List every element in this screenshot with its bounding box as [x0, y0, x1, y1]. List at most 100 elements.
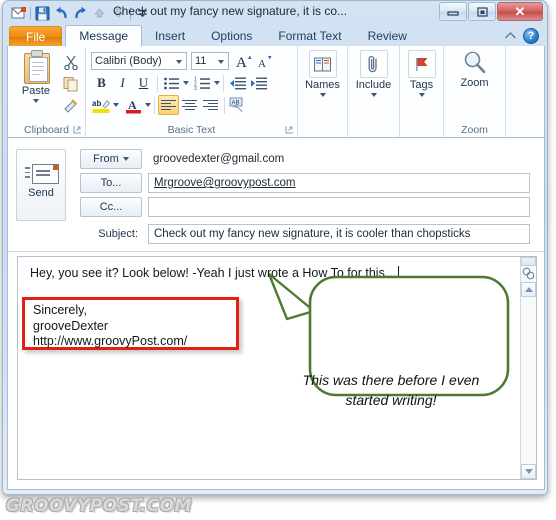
signature-highlight-box: Sincerely, grooveDexter http://www.groov… [22, 297, 239, 350]
zoom-button[interactable]: Zoom [444, 50, 505, 89]
send-button[interactable]: Send [16, 149, 66, 221]
tab-file[interactable]: File [9, 26, 63, 47]
spelling-button[interactable]: AB [228, 95, 249, 115]
font-size-combobox[interactable]: 11 [191, 52, 229, 70]
close-button[interactable]: ✕ [497, 2, 543, 21]
names-button[interactable]: Names [298, 50, 347, 97]
svg-text:A: A [236, 55, 247, 70]
from-button-label: From [93, 153, 119, 165]
shrink-font-button[interactable]: A [255, 51, 276, 71]
svg-text:A: A [128, 98, 137, 112]
names-dropdown-icon[interactable] [319, 93, 326, 97]
outlook-message-window: Check out my fancy new signature, it is … [2, 0, 548, 495]
bullets-button[interactable] [161, 73, 182, 93]
italic-button[interactable]: I [112, 73, 133, 93]
signature-line-3: http://www.groovyPost.com/ [33, 334, 188, 348]
tags-button[interactable]: Tags [400, 50, 443, 97]
font-size-value: 11 [195, 55, 207, 67]
include-dropdown-icon[interactable] [370, 93, 377, 97]
cc-button-label: Cc... [99, 201, 123, 213]
numbering-button[interactable]: 1 2 3 [192, 73, 213, 93]
basic-text-dialog-launcher-icon[interactable] [285, 125, 294, 134]
restore-button[interactable] [468, 2, 496, 21]
tab-review[interactable]: Review [355, 26, 420, 47]
scroll-down-button[interactable] [521, 464, 536, 479]
text-highlight-button[interactable]: ab [91, 95, 112, 115]
font-size-chevron-icon [218, 60, 224, 64]
format-painter-button[interactable] [60, 95, 82, 117]
address-book-icon [308, 50, 337, 78]
ribbon-group-clipboard: Paste Clipboard [8, 46, 86, 137]
tags-dropdown-icon[interactable] [418, 93, 425, 97]
to-button-label: To... [100, 177, 122, 189]
tab-message[interactable]: Message [65, 25, 143, 47]
paste-dropdown-icon[interactable] [33, 99, 39, 103]
paperclip-icon [359, 50, 388, 78]
to-value: Mrgroove@groovypost.com [154, 177, 296, 189]
paste-label: Paste [21, 85, 51, 97]
body-vertical-scrollbar[interactable] [520, 257, 536, 479]
subject-row: Subject: Check out my fancy new signatur… [80, 224, 540, 244]
basic-text-group-label: Basic Text [167, 124, 216, 136]
cc-input[interactable] [148, 197, 530, 217]
copy-button[interactable] [60, 73, 82, 95]
signature-text: Sincerely, grooveDexter http://www.groov… [33, 303, 187, 350]
include-label: Include [355, 79, 392, 91]
zoom-group-label: Zoom [461, 124, 488, 136]
include-button[interactable]: Include [348, 50, 399, 97]
align-left-button[interactable] [158, 95, 179, 115]
collapse-ribbon-icon[interactable] [504, 27, 517, 45]
message-body-text: Hey, you see it? Look below! -Yeah I jus… [30, 265, 480, 281]
underline-icon: U [138, 75, 149, 90]
align-center-button[interactable] [179, 95, 200, 115]
scroll-up-button[interactable] [521, 282, 536, 297]
bold-button[interactable]: B [91, 73, 112, 93]
clipboard-dialog-launcher-icon[interactable] [73, 125, 82, 134]
from-row: From groovedexter@gmail.com [80, 149, 540, 169]
help-icon[interactable]: ? [523, 28, 539, 44]
font-name-combobox[interactable]: Calibri (Body) [91, 52, 187, 70]
font-name-chevron-icon [176, 60, 182, 64]
message-body-pane[interactable]: Hey, you see it? Look below! -Yeah I jus… [17, 256, 537, 480]
cc-row: Cc... [80, 197, 540, 217]
svg-text:3: 3 [194, 86, 197, 91]
increase-indent-button[interactable] [248, 73, 269, 93]
font-color-button[interactable]: A [123, 95, 144, 115]
paste-button[interactable]: Paste [14, 50, 58, 103]
minimize-button[interactable] [439, 2, 467, 21]
cc-button[interactable]: Cc... [80, 197, 142, 217]
magnifier-icon [462, 50, 488, 76]
ribbon-right-controls: ? [504, 27, 539, 45]
font-name-value: Calibri (Body) [95, 55, 162, 67]
tab-format-text[interactable]: Format Text [265, 26, 354, 47]
split-bar-handle[interactable] [521, 257, 536, 266]
from-button[interactable]: From [80, 149, 142, 169]
annotation-callout-text: This was there before I even started wri… [302, 372, 480, 408]
align-right-button[interactable] [200, 95, 221, 115]
font-color-dropdown-icon[interactable] [145, 103, 151, 107]
clipboard-icon [21, 50, 51, 84]
to-button[interactable]: To... [80, 173, 142, 193]
bullets-dropdown-icon[interactable] [183, 81, 189, 85]
subject-input[interactable]: Check out my fancy new signature, it is … [148, 224, 530, 244]
decrease-indent-button[interactable] [227, 73, 248, 93]
ribbon-group-basic-text: Calibri (Body) 11 A A B I U 1 2 3 ab A A… [86, 46, 298, 137]
tab-insert[interactable]: Insert [142, 26, 198, 47]
select-browse-object-icon[interactable] [521, 266, 536, 281]
title-bar: Check out my fancy new signature, it is … [3, 1, 547, 25]
grow-font-button[interactable]: A [234, 51, 255, 71]
underline-button[interactable]: U [133, 73, 154, 93]
to-row: To... Mrgroove@groovypost.com [80, 173, 540, 193]
italic-icon: I [120, 75, 125, 90]
text-caret [398, 266, 400, 279]
svg-text:ab: ab [92, 99, 101, 108]
paragraph-row: ab A AB [91, 94, 249, 116]
highlight-dropdown-icon[interactable] [113, 103, 119, 107]
tab-options[interactable]: Options [198, 26, 265, 47]
numbering-dropdown-icon[interactable] [214, 81, 220, 85]
cut-button[interactable] [60, 51, 82, 73]
to-input[interactable]: Mrgroove@groovypost.com [148, 173, 530, 193]
tags-label: Tags [409, 79, 434, 91]
ribbon-group-zoom: Zoom Zoom [444, 46, 506, 137]
names-label: Names [305, 79, 340, 91]
